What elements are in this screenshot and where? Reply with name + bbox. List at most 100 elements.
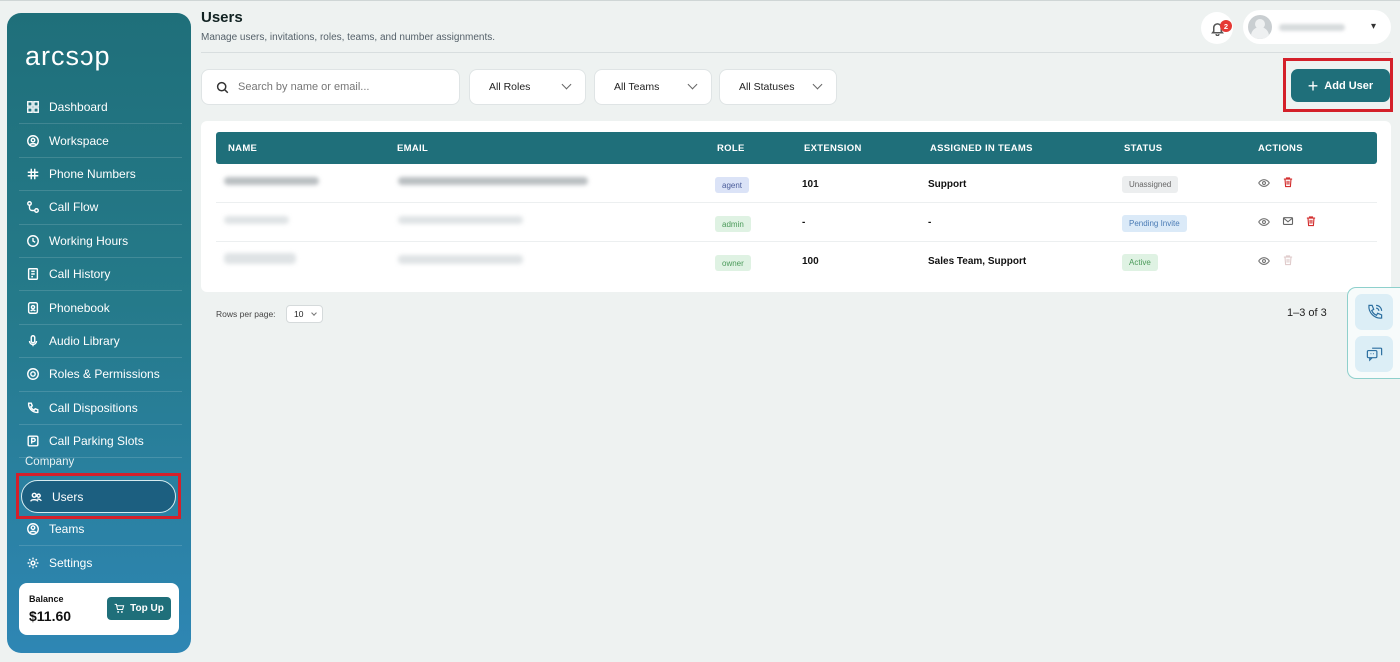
- sidebar: arcsɔp Dashboard Workspace Phone Numbers…: [7, 13, 191, 653]
- roles-filter-value: All Roles: [489, 81, 531, 93]
- page-subtitle: Manage users, invitations, roles, teams,…: [201, 32, 496, 43]
- dialer-button[interactable]: [1355, 294, 1393, 330]
- role-badge: agent: [715, 177, 750, 193]
- highlight-box-add-user: [1283, 58, 1393, 112]
- column-header-actions: ACTIONS: [1258, 143, 1303, 154]
- sidebar-item-label: Phone Numbers: [49, 166, 136, 181]
- shield-icon: [25, 366, 41, 382]
- notifications-button[interactable]: 2: [1201, 12, 1233, 44]
- role-badge: admin: [715, 216, 751, 232]
- rows-per-page-value: 10: [294, 309, 304, 319]
- table-header: NAME EMAIL ROLE EXTENSION ASSIGNED IN TE…: [216, 132, 1377, 164]
- pagination-range: 1–3 of 3: [1287, 307, 1327, 319]
- phonebook-icon: [25, 300, 41, 316]
- sidebar-item-phone-numbers[interactable]: Phone Numbers: [19, 158, 182, 192]
- sidebar-item-label: Working Hours: [49, 233, 129, 248]
- column-header-status[interactable]: STATUS: [1124, 143, 1162, 154]
- balance-label: Balance: [29, 594, 64, 604]
- chat-button[interactable]: [1355, 336, 1393, 372]
- flow-icon: [25, 199, 41, 215]
- avatar: [1248, 15, 1272, 39]
- section-label-company: Company: [25, 456, 75, 468]
- history-icon: [25, 266, 41, 282]
- floating-action-panel: [1347, 287, 1400, 379]
- chevron-down-icon: [812, 79, 823, 90]
- table-row[interactable]: admin - - Pending Invite: [216, 203, 1377, 242]
- hash-icon: [25, 166, 41, 182]
- page-title: Users: [201, 9, 243, 26]
- grid-icon: [25, 99, 41, 115]
- parking-icon: [25, 433, 41, 449]
- rows-per-page-label: Rows per page:: [216, 309, 276, 319]
- sidebar-item-roles-permissions[interactable]: Roles & Permissions: [19, 358, 182, 392]
- sidebar-item-label: Call Parking Slots: [49, 434, 144, 449]
- column-header-teams[interactable]: ASSIGNED IN TEAMS: [930, 143, 1033, 154]
- sidebar-item-label: Phonebook: [49, 300, 110, 315]
- teams-filter[interactable]: All Teams: [594, 69, 712, 105]
- delete-icon[interactable]: [1282, 176, 1294, 191]
- teams-value: -: [928, 217, 932, 228]
- user-name-redacted: [1279, 24, 1345, 31]
- sidebar-item-call-history[interactable]: Call History: [19, 258, 182, 292]
- sidebar-item-label: Call Flow: [49, 200, 99, 215]
- search-input[interactable]: [238, 81, 438, 93]
- statuses-filter[interactable]: All Statuses: [719, 69, 837, 105]
- column-header-extension[interactable]: EXTENSION: [804, 143, 862, 154]
- column-header-role[interactable]: ROLE: [717, 143, 745, 154]
- user-name-redacted: [224, 216, 289, 224]
- phone-call-icon: [1365, 303, 1384, 322]
- column-header-email[interactable]: EMAIL: [397, 143, 428, 154]
- roles-filter[interactable]: All Roles: [469, 69, 586, 105]
- user-email-redacted: [398, 255, 523, 264]
- statuses-filter-value: All Statuses: [739, 81, 795, 93]
- rows-per-page-select[interactable]: 10: [286, 305, 323, 323]
- extension-value: 101: [802, 179, 819, 190]
- mic-icon: [25, 333, 41, 349]
- sidebar-item-label: Settings: [49, 555, 93, 570]
- role-badge: owner: [715, 255, 751, 271]
- column-header-name[interactable]: NAME: [228, 143, 257, 154]
- chevron-down-icon: ▾: [1371, 21, 1377, 32]
- user-name-redacted: [224, 253, 296, 264]
- teams-icon: [25, 521, 41, 537]
- balance-card: Balance $11.60 Top Up: [19, 583, 179, 635]
- header-divider: [201, 52, 1391, 53]
- view-icon[interactable]: [1258, 216, 1270, 231]
- user-email-redacted: [398, 216, 523, 224]
- table-row[interactable]: owner 100 Sales Team, Support Active: [216, 242, 1377, 281]
- sidebar-item-workspace[interactable]: Workspace: [19, 124, 182, 158]
- sidebar-item-phonebook[interactable]: Phonebook: [19, 291, 182, 325]
- sidebar-item-audio-library[interactable]: Audio Library: [19, 325, 182, 359]
- sidebar-item-call-parking-slots[interactable]: Call Parking Slots: [19, 425, 182, 459]
- gear-icon: [25, 555, 41, 571]
- workspace-icon: [25, 133, 41, 149]
- sidebar-nav: Dashboard Workspace Phone Numbers Call F…: [19, 91, 182, 459]
- teams-value: Support: [928, 179, 967, 190]
- sidebar-item-label: Call Dispositions: [49, 400, 138, 415]
- delete-icon: [1282, 254, 1294, 269]
- sidebar-item-label: Roles & Permissions: [49, 367, 160, 382]
- chat-icon: [1365, 345, 1384, 364]
- delete-icon[interactable]: [1305, 215, 1317, 230]
- sidebar-item-call-flow[interactable]: Call Flow: [19, 191, 182, 225]
- sidebar-item-dashboard[interactable]: Dashboard: [19, 91, 182, 125]
- view-icon[interactable]: [1258, 177, 1270, 192]
- chevron-down-icon: [687, 79, 698, 90]
- users-table-card: NAME EMAIL ROLE EXTENSION ASSIGNED IN TE…: [201, 121, 1391, 292]
- arcsap-logo[interactable]: arcsɔp: [25, 41, 111, 72]
- resend-invite-icon[interactable]: [1282, 215, 1294, 230]
- user-menu[interactable]: ▾: [1243, 10, 1391, 44]
- extension-value: -: [802, 217, 806, 228]
- phone-icon: [25, 400, 41, 416]
- top-up-button[interactable]: Top Up: [107, 597, 171, 620]
- search-box: [201, 69, 460, 105]
- cart-icon: [114, 603, 125, 614]
- table-row[interactable]: agent 101 Support Unassigned: [216, 164, 1377, 203]
- sidebar-item-working-hours[interactable]: Working Hours: [19, 225, 182, 258]
- status-badge: Unassigned: [1122, 176, 1179, 193]
- sidebar-item-label: Call History: [49, 267, 111, 282]
- view-icon[interactable]: [1258, 255, 1270, 270]
- sidebar-item-settings[interactable]: Settings: [19, 546, 182, 579]
- status-badge: Active: [1122, 254, 1158, 271]
- sidebar-item-call-dispositions[interactable]: Call Dispositions: [19, 392, 182, 425]
